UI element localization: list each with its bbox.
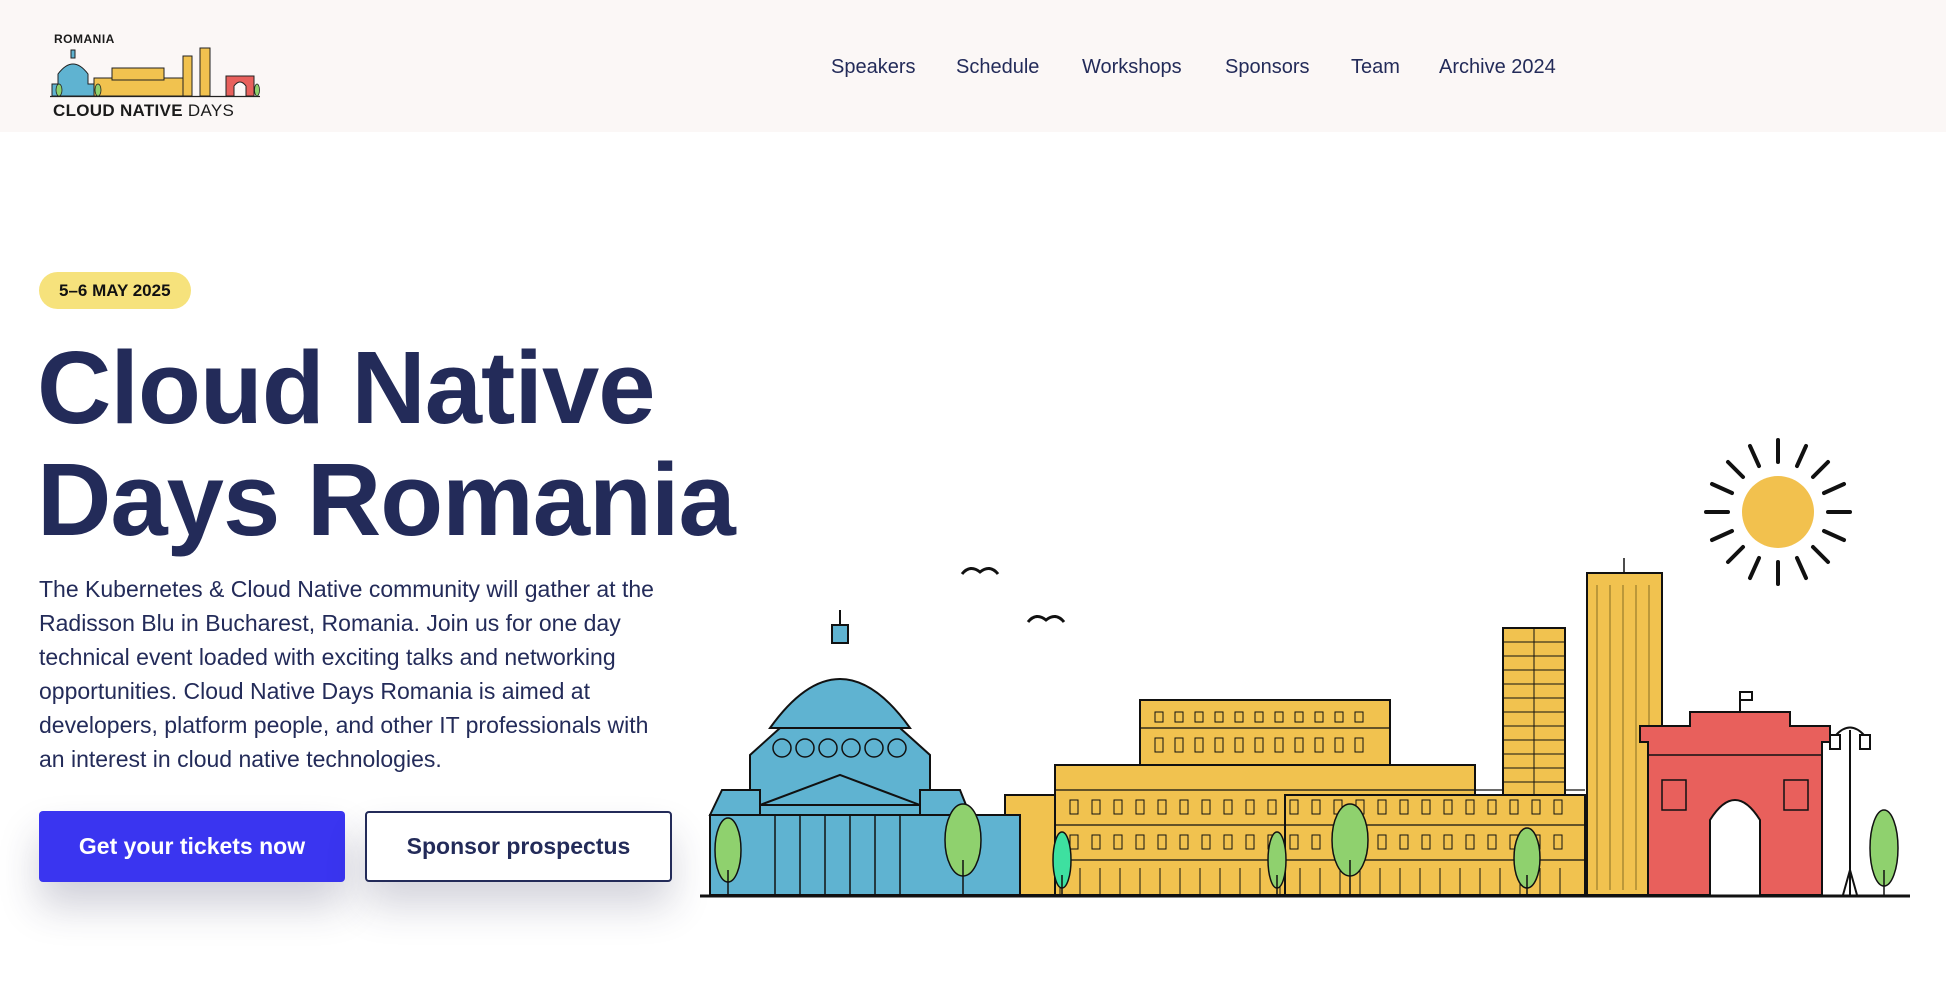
parliament-palace-illustration xyxy=(1004,699,1586,896)
logo-name-bold: CLOUD NATIVE xyxy=(53,101,183,120)
logo-name-light: DAYS xyxy=(187,101,235,120)
nav-item-sponsors[interactable]: Sponsors xyxy=(1225,56,1310,79)
nav-item-archive-2024[interactable]: Archive 2024 xyxy=(1439,56,1556,79)
nav-item-workshops[interactable]: Workshops xyxy=(1082,56,1182,79)
event-date-badge: 5–6 MAY 2025 xyxy=(39,272,191,309)
nav-item-schedule[interactable]: Schedule xyxy=(956,56,1039,79)
lamp-post-illustration xyxy=(1829,726,1871,896)
bird-icon xyxy=(1026,615,1066,623)
arc-de-triomphe-illustration xyxy=(1639,691,1831,896)
main-nav: Speakers Schedule Workshops Sponsors Tea… xyxy=(0,56,1946,86)
sponsor-prospectus-button[interactable]: Sponsor prospectus xyxy=(365,811,672,882)
hero-description: The Kubernetes & Cloud Native community … xyxy=(39,576,654,772)
hero-title-line-2: Days Romania xyxy=(37,442,736,557)
nav-item-speakers[interactable]: Speakers xyxy=(831,56,916,79)
sun-icon xyxy=(1704,438,1852,586)
nav-item-team[interactable]: Team xyxy=(1351,56,1400,79)
bird-icon xyxy=(960,567,1000,575)
logo-wordmark: CLOUD NATIVE DAYS xyxy=(53,101,234,121)
top-navbar: ROMANIA CLOUD NATIVE DAYS Speakers Sched… xyxy=(0,0,1946,132)
hero-title-line-1: Cloud Native xyxy=(37,330,656,445)
hero-title: Cloud Native Days Romania xyxy=(37,330,736,557)
bucharest-skyline-illustration xyxy=(700,438,1910,898)
get-tickets-button[interactable]: Get your tickets now xyxy=(39,811,345,882)
